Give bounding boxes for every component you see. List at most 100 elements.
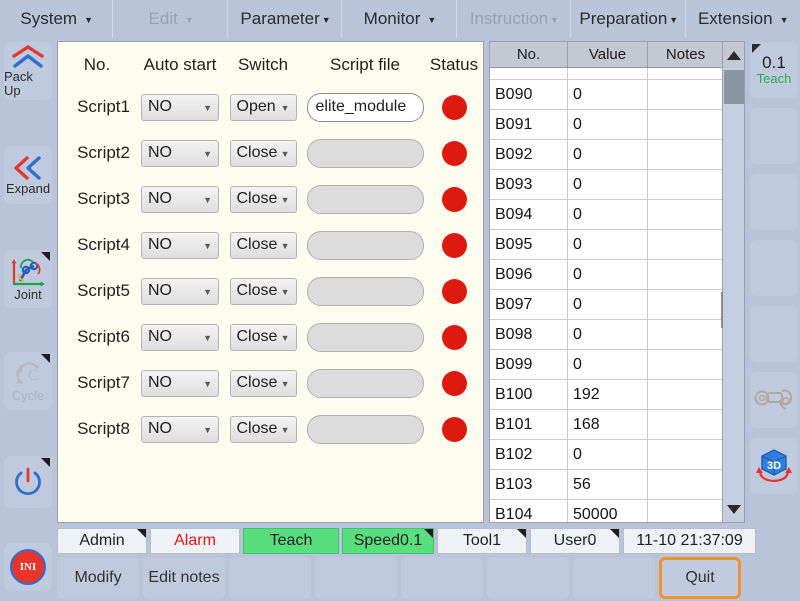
edit-notes-button[interactable]: Edit notes xyxy=(143,557,225,599)
right-rail-slot-5[interactable] xyxy=(750,306,798,362)
function-button-7[interactable] xyxy=(573,557,655,599)
table-row[interactable]: B103 56 xyxy=(490,470,723,500)
table-row[interactable]: B095 0 xyxy=(490,230,723,260)
menu-item-preparation[interactable]: Preparation ▼ xyxy=(573,0,686,38)
scrollbar-thumb[interactable] xyxy=(724,70,744,104)
table-row[interactable]: B097 0 xyxy=(490,290,723,320)
submenu-corner-icon xyxy=(424,529,433,538)
script-file-input[interactable] xyxy=(306,138,424,168)
switch-select[interactable]: Close ▼ xyxy=(229,277,297,305)
script-table-header: No. Auto start Switch Script file Status xyxy=(58,42,483,84)
table-row[interactable]: B098 0 xyxy=(490,320,723,350)
cell-no: B097 xyxy=(490,290,568,319)
table-row[interactable]: B094 0 xyxy=(490,200,723,230)
switch-select[interactable]: Close ▼ xyxy=(229,139,297,167)
menu-item-extension[interactable]: Extension ▼ xyxy=(687,0,799,38)
switch-select[interactable]: Close ▼ xyxy=(229,323,297,351)
autostart-value: NO xyxy=(148,236,172,253)
switch-select[interactable]: Close ▼ xyxy=(229,369,297,397)
menu-item-monitor[interactable]: Monitor ▼ xyxy=(344,0,457,38)
script-file-input[interactable] xyxy=(306,276,424,306)
cell-no: B103 xyxy=(490,470,568,499)
quit-button[interactable]: Quit xyxy=(659,557,741,599)
table-row[interactable]: B091 0 xyxy=(490,110,723,140)
mode-label: Teach xyxy=(756,71,792,87)
status-user-level[interactable]: Admin xyxy=(57,528,147,554)
status-led xyxy=(441,94,467,120)
chevron-down-icon: ▼ xyxy=(203,241,212,251)
status-label: Admin xyxy=(79,532,125,549)
function-button-5[interactable] xyxy=(401,557,483,599)
autostart-select[interactable]: NO ▼ xyxy=(141,231,219,259)
left-toolbar: Pack Up Expand Joint C Cycle INI xyxy=(0,38,56,591)
status-mode-teach[interactable]: Teach xyxy=(243,528,339,554)
chevron-down-icon: ▼ xyxy=(280,149,290,159)
switch-select[interactable]: Close ▼ xyxy=(229,231,297,259)
menu-item-parameter[interactable]: Parameter ▼ xyxy=(229,0,343,38)
modify-button[interactable]: Modify xyxy=(57,557,139,599)
autostart-select[interactable]: NO ▼ xyxy=(141,323,219,351)
function-button-6[interactable] xyxy=(487,557,569,599)
cell-notes xyxy=(648,500,723,522)
table-row[interactable]: B093 0 xyxy=(490,170,723,200)
right-rail-slot-4[interactable] xyxy=(750,240,798,296)
table-row[interactable]: B100 192 xyxy=(490,380,723,410)
scroll-down-button[interactable] xyxy=(723,496,744,522)
vertical-scrollbar[interactable] xyxy=(721,42,744,522)
switch-value: Close xyxy=(236,236,278,253)
chevron-down-icon: ▼ xyxy=(280,241,290,251)
menu-item-edit[interactable]: Edit ▼ xyxy=(115,0,228,38)
table-row[interactable]: B092 0 xyxy=(490,140,723,170)
function-button-3[interactable] xyxy=(229,557,311,599)
script-file-input[interactable] xyxy=(306,414,424,444)
ini-button[interactable]: INI xyxy=(4,543,52,591)
switch-select[interactable]: Open ▼ xyxy=(229,93,297,121)
script-file-input[interactable] xyxy=(306,322,424,352)
cycle-mode-button[interactable]: C Cycle xyxy=(4,352,52,410)
script-file-input[interactable] xyxy=(306,368,424,398)
cell-value xyxy=(568,68,648,79)
table-row[interactable]: B090 0 xyxy=(490,80,723,110)
script-row: Script6 NO ▼ Close ▼ xyxy=(58,314,483,360)
table-row[interactable]: B102 0 xyxy=(490,440,723,470)
autostart-value: NO xyxy=(148,144,172,161)
autostart-select[interactable]: NO ▼ xyxy=(141,415,219,443)
cell-no: B101 xyxy=(490,410,568,439)
pack-up-button[interactable]: Pack Up xyxy=(4,42,52,100)
script-file-input[interactable]: elite_module xyxy=(306,92,424,122)
script-file-input[interactable] xyxy=(306,184,424,214)
3d-view-button[interactable]: 3D xyxy=(750,438,798,494)
speed-mode-button[interactable]: 0.1 Teach xyxy=(750,42,798,98)
autostart-select[interactable]: NO ▼ xyxy=(141,185,219,213)
status-alarm[interactable]: Alarm xyxy=(150,528,240,554)
function-button-4[interactable] xyxy=(315,557,397,599)
status-speed[interactable]: Speed0.1 xyxy=(342,528,434,554)
right-rail-slot-2[interactable] xyxy=(750,108,798,164)
joint-coordinate-button[interactable]: Joint xyxy=(4,250,52,308)
chevron-down-icon: ▼ xyxy=(203,425,212,435)
servo-power-button[interactable] xyxy=(4,456,52,508)
autostart-select[interactable]: NO ▼ xyxy=(141,139,219,167)
table-row[interactable]: B104 50000 xyxy=(490,500,723,522)
joint-label: Joint xyxy=(14,286,42,302)
menu-item-system[interactable]: System ▼ xyxy=(1,0,114,38)
switch-select[interactable]: Close ▼ xyxy=(229,185,297,213)
autostart-select[interactable]: NO ▼ xyxy=(141,369,219,397)
table-row[interactable]: B099 0 xyxy=(490,350,723,380)
expand-button[interactable]: Expand xyxy=(4,146,52,204)
switch-select[interactable]: Close ▼ xyxy=(229,415,297,443)
autostart-select[interactable]: NO ▼ xyxy=(141,277,219,305)
script-row-label: Script4 xyxy=(77,235,130,254)
scroll-up-button[interactable] xyxy=(723,42,744,68)
autostart-select[interactable]: NO ▼ xyxy=(141,93,219,121)
speed-value: 0.1 xyxy=(762,52,786,72)
table-row[interactable]: B096 0 xyxy=(490,260,723,290)
menu-item-instruction[interactable]: Instruction ▼ xyxy=(458,0,572,38)
status-user-frame[interactable]: User0 xyxy=(530,528,620,554)
script-file-input[interactable] xyxy=(306,230,424,260)
teach-pendant-button[interactable] xyxy=(750,372,798,428)
status-tool[interactable]: Tool1 xyxy=(437,528,527,554)
right-rail-slot-3[interactable] xyxy=(750,174,798,230)
table-row[interactable]: B101 168 xyxy=(490,410,723,440)
switch-value: Open xyxy=(236,98,276,115)
